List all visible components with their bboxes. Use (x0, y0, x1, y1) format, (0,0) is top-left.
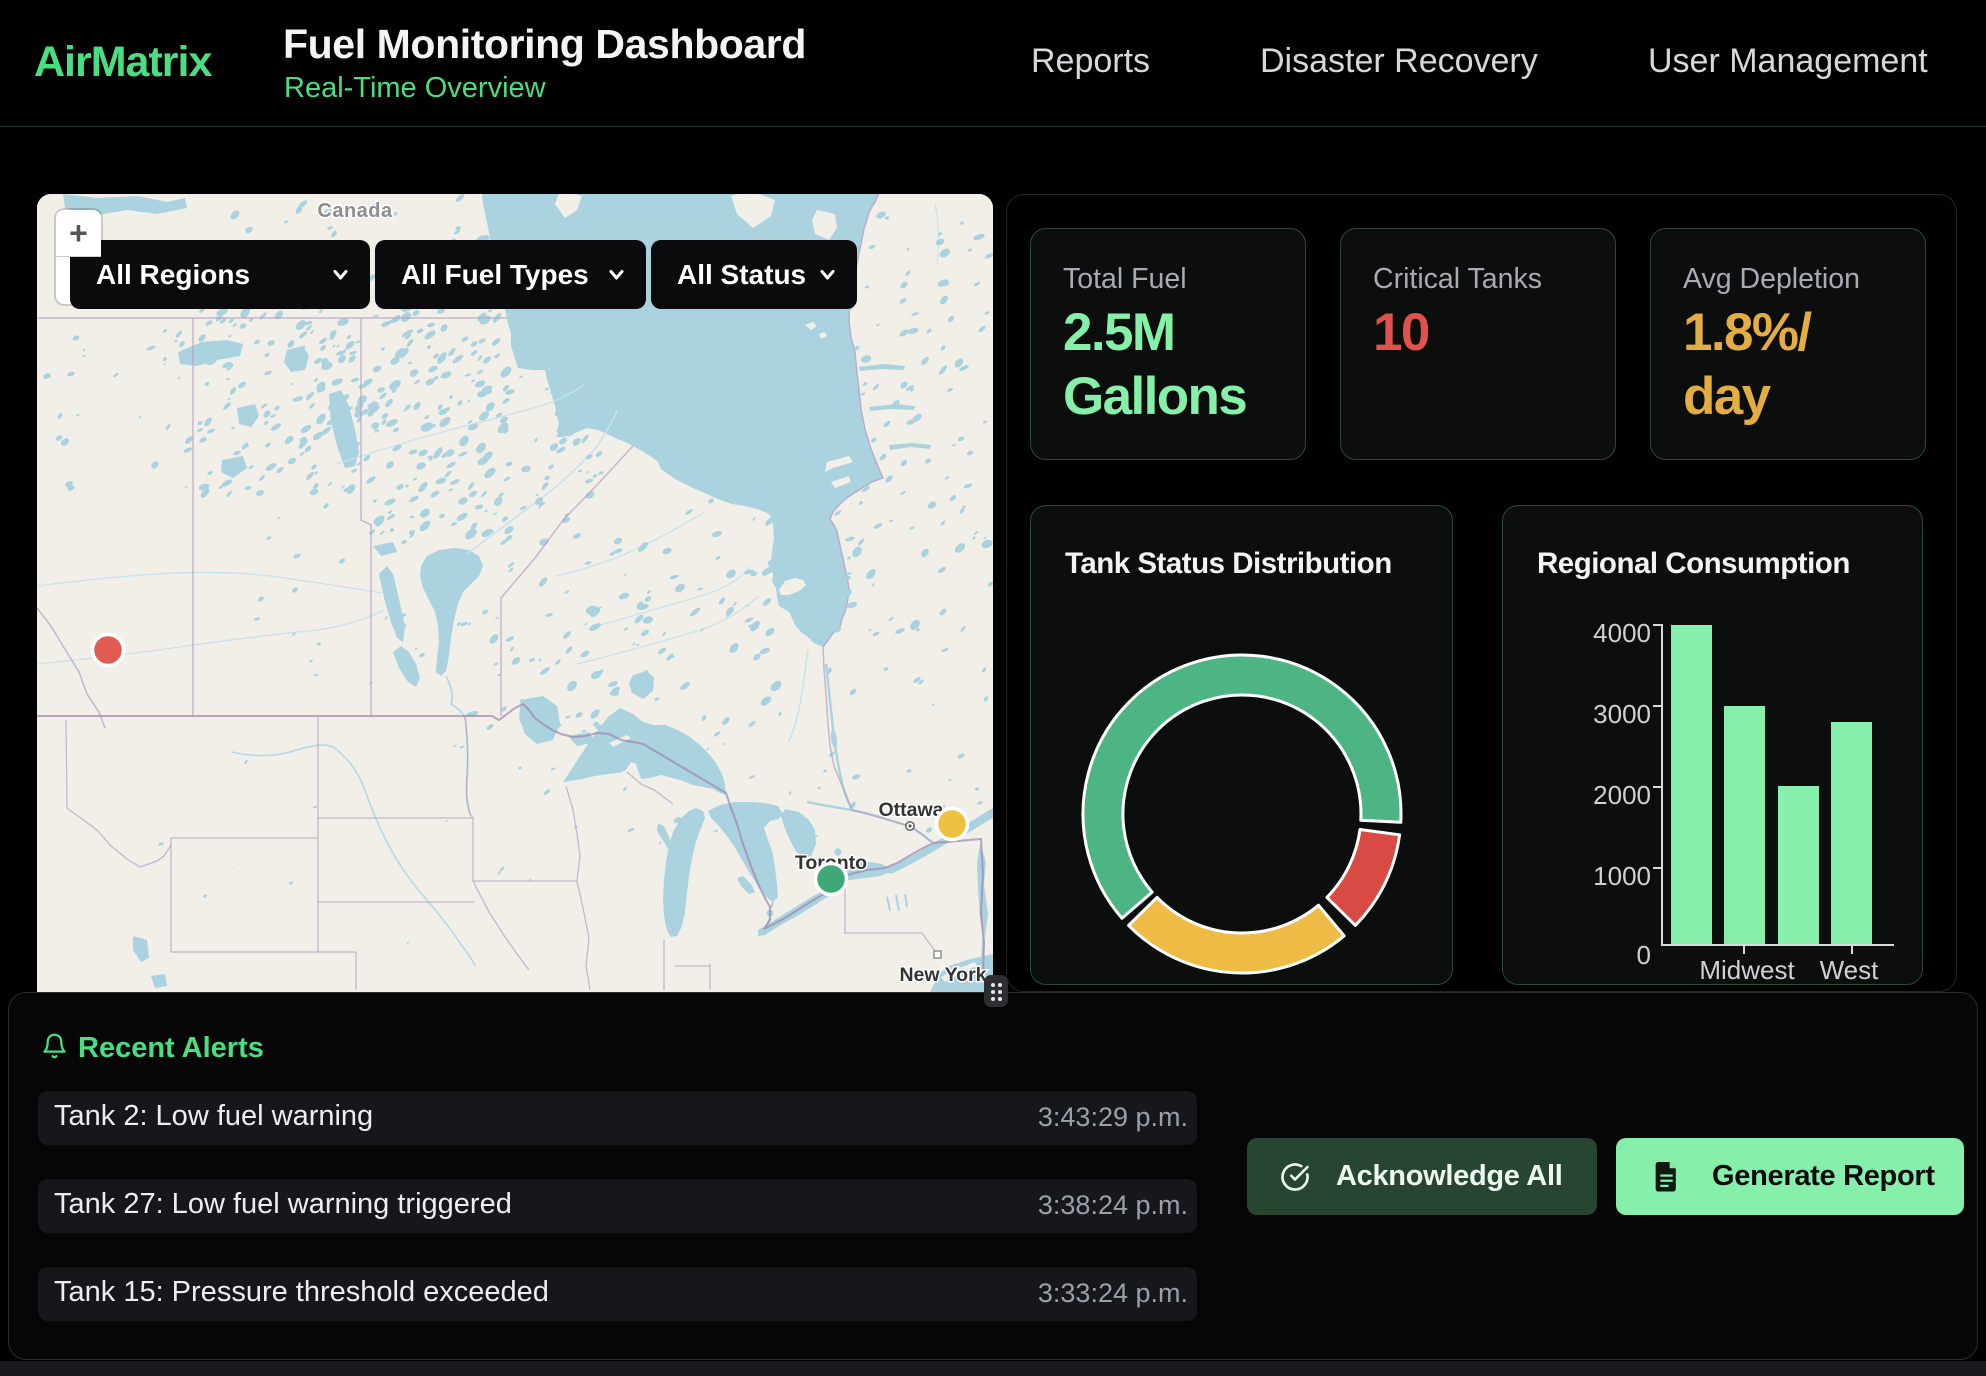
svg-text:New York: New York (899, 964, 986, 986)
svg-text:Canada: Canada (317, 200, 393, 222)
svg-text:Ottawa: Ottawa (878, 799, 943, 821)
